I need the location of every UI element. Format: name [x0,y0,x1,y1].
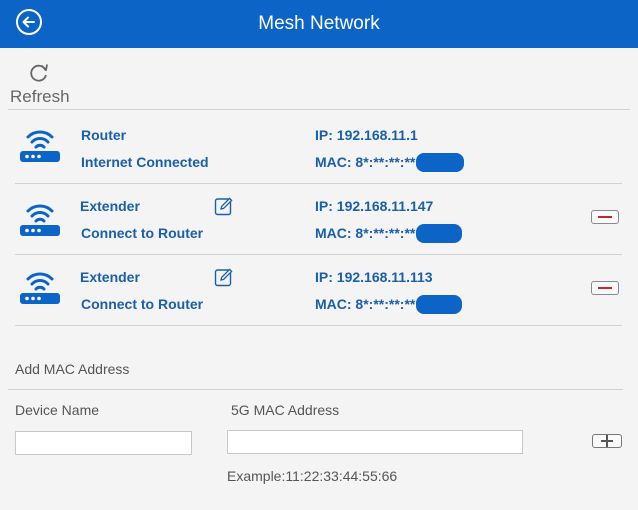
device-ip: IP: 192.168.11.147 [315,198,434,214]
refresh-label: Refresh [10,87,70,106]
wifi-router-icon [20,130,60,162]
divider [8,109,630,110]
device-ip: IP: 192.168.11.113 [315,269,433,285]
mac-redaction [416,295,463,314]
device-mac: MAC: 8*:**:**:**: [315,224,463,244]
page-title: Mesh Network [258,13,380,34]
refresh-button[interactable]: Refresh [8,60,70,108]
minus-icon [598,216,612,218]
edit-icon[interactable] [214,267,234,287]
device-status: Internet Connected [81,154,209,170]
mac-address-label: 5G MAC Address [231,402,340,418]
plus-icon-vertical [606,435,608,447]
header-bar: Mesh Network [0,0,638,48]
mac-address-input[interactable] [227,430,523,454]
wifi-router-icon [20,204,60,236]
remove-extender-button[interactable] [591,210,619,224]
device-mac-text: MAC: 8*:**:**:**: [315,296,421,313]
remove-extender-button[interactable] [591,281,619,295]
add-mac-section-title: Add MAC Address [15,361,130,377]
divider [15,325,622,326]
wifi-router-icon [20,272,60,304]
add-mac-button[interactable] [592,434,622,448]
device-status: Connect to Router [81,296,204,312]
divider [8,389,623,390]
device-type: Extender [80,269,140,285]
mac-example-hint: Example:11:22:33:44:55:66 [227,468,398,484]
device-mac: MAC: 8*:**:**:**: [315,295,463,315]
device-mac-text: MAC: 8*:**:**:**: [315,225,421,242]
divider [15,254,622,255]
mac-redaction [416,224,463,243]
device-type: Router [81,127,127,143]
device-type: Extender [80,198,140,214]
divider [15,183,622,184]
device-status: Connect to Router [81,225,204,241]
device-name-label: Device Name [15,402,100,418]
device-mac-text: MAC: 8*:**:**:**: [315,154,421,171]
device-ip: IP: 192.168.11.1 [315,127,418,143]
mac-redaction [416,153,465,172]
edit-icon[interactable] [214,196,234,216]
device-mac: MAC: 8*:**:**:**: [315,153,465,173]
refresh-icon [30,64,48,82]
minus-icon [598,287,612,289]
device-name-input[interactable] [15,431,192,455]
